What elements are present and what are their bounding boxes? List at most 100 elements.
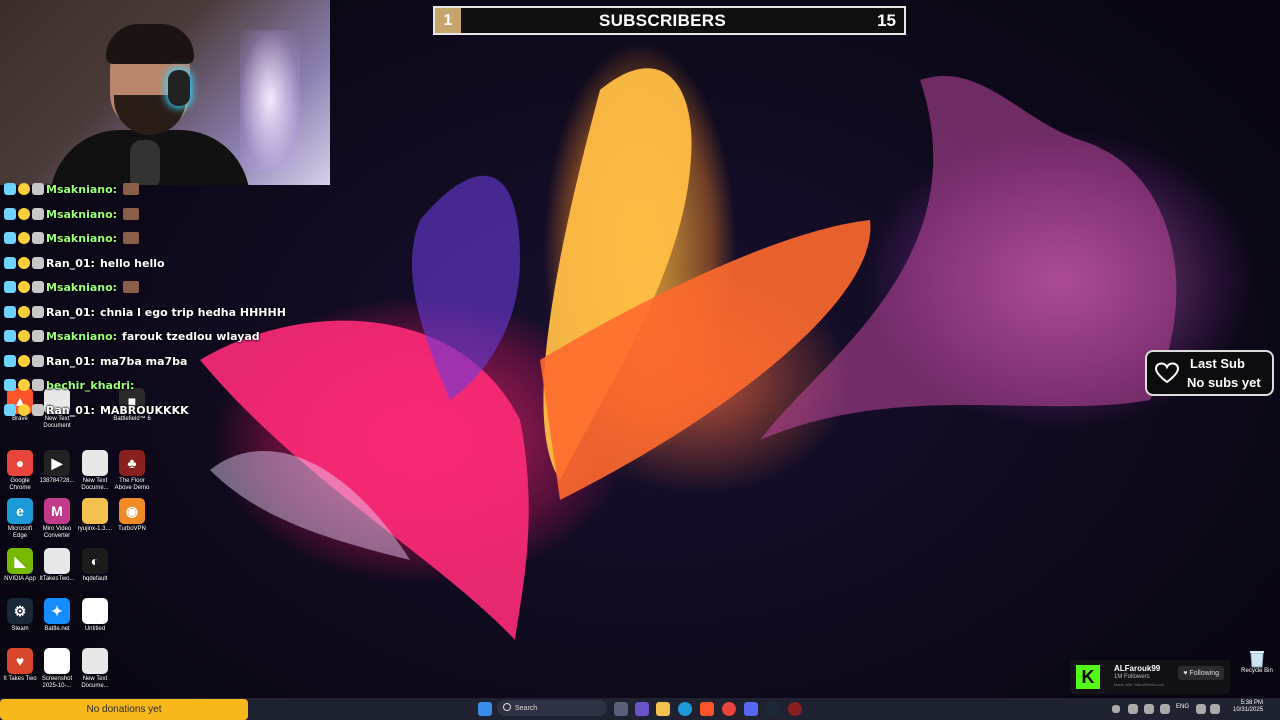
chat-username: Msakniano: bbox=[46, 329, 118, 343]
brave-icon[interactable] bbox=[700, 702, 714, 716]
tray-app-icon[interactable] bbox=[1144, 704, 1154, 714]
chat-badge-icon bbox=[18, 232, 30, 244]
file-explorer-icon[interactable] bbox=[656, 702, 670, 716]
clock[interactable]: 5:38 PM 10/31/2025 bbox=[1233, 700, 1263, 714]
desktop-icon[interactable]: ItTakesTwo... bbox=[37, 548, 77, 583]
chat-emote-icon bbox=[123, 281, 140, 293]
recycle-bin[interactable]: Recycle Bin bbox=[1240, 648, 1274, 674]
wifi-icon[interactable] bbox=[1196, 704, 1206, 714]
desktop-icon-label: hqdefault bbox=[82, 576, 108, 582]
chat-badge-icon bbox=[18, 306, 30, 318]
chat-username: bechir_khadri: bbox=[46, 378, 135, 392]
chrome-icon[interactable] bbox=[722, 702, 736, 716]
chat-badge-icon bbox=[18, 379, 30, 391]
obs-icon[interactable] bbox=[788, 702, 802, 716]
chat-message: Msakniano: bbox=[4, 205, 140, 223]
desktop-icon[interactable]: e Microsoft Edge bbox=[0, 498, 40, 540]
app-icon: ▪ bbox=[44, 648, 70, 674]
chat-badge-icon bbox=[4, 330, 16, 342]
subscribers-rank: 1 bbox=[435, 8, 461, 33]
desktop-icon-label: New Text Docume... bbox=[81, 676, 109, 689]
desktop-icon[interactable]: Untitled bbox=[75, 598, 115, 633]
chat-username: Msakniano: bbox=[46, 207, 118, 221]
desktop-icon[interactable]: ▶ 138784728... bbox=[37, 450, 77, 485]
chat-username: Ran_01: bbox=[46, 256, 95, 270]
chat-badge-icon bbox=[32, 404, 44, 416]
desktop-icon-label: TurboVPN bbox=[118, 526, 146, 532]
chat-username: Msakniano: bbox=[46, 231, 118, 245]
desktop-icon[interactable]: M Miro Video Converter bbox=[37, 498, 77, 540]
heart-icon bbox=[1147, 362, 1187, 384]
chat-badge-icon bbox=[18, 208, 30, 220]
chat-badge-icon bbox=[4, 306, 16, 318]
kick-logo-icon: K bbox=[1076, 665, 1100, 689]
chat-message: Msakniano: bbox=[4, 278, 140, 296]
kick-followers: 1M Followers bbox=[1114, 674, 1150, 680]
chat-badge-icon bbox=[32, 355, 44, 367]
desktop-icon[interactable]: ◐ hqdefault bbox=[75, 548, 115, 583]
edge-icon[interactable] bbox=[678, 702, 692, 716]
recycle-bin-icon bbox=[1247, 648, 1267, 668]
desktop-icon[interactable]: ◣ NVIDIA App bbox=[0, 548, 40, 583]
chevron-up-icon[interactable] bbox=[1112, 705, 1120, 713]
last-sub-value: No subs yet bbox=[1187, 375, 1261, 390]
discord-icon[interactable] bbox=[744, 702, 758, 716]
app-icon: ◉ bbox=[119, 498, 145, 524]
chat-message: Msakniano: bbox=[4, 229, 140, 247]
tray-app-icon[interactable] bbox=[1128, 704, 1138, 714]
chat-badge-icon bbox=[32, 208, 44, 220]
chat-message: Msakniano: bbox=[4, 180, 140, 198]
chat-message: Ran_01: MABROUKKKK bbox=[4, 401, 189, 419]
chat-username: Ran_01: bbox=[46, 305, 95, 319]
desktop-icon[interactable]: ✦ Battle.net bbox=[37, 598, 77, 633]
desktop-icon[interactable]: New Text Docume... bbox=[75, 648, 115, 690]
tray-app-icon[interactable] bbox=[1160, 704, 1170, 714]
app-icon bbox=[44, 548, 70, 574]
taskbar-search-placeholder: Search bbox=[515, 704, 538, 712]
chat-emote-icon bbox=[123, 183, 140, 195]
chat-username: Ran_01: bbox=[46, 354, 95, 368]
desktop-icon-label: Steam bbox=[11, 626, 29, 632]
webcam-feed bbox=[0, 0, 330, 185]
desktop-icon-label: NVIDIA App bbox=[4, 576, 36, 582]
chat-badge-icon bbox=[18, 183, 30, 195]
app-icon: ♥ bbox=[7, 648, 33, 674]
chat-badge-icon bbox=[4, 208, 16, 220]
desktop-icon-label: 138784728... bbox=[39, 478, 75, 484]
app-icon: ● bbox=[7, 450, 33, 476]
taskbar-search[interactable]: Search bbox=[497, 700, 607, 716]
copilot-icon[interactable] bbox=[635, 702, 649, 716]
app-icon bbox=[82, 450, 108, 476]
desktop-icon-label: Screenshot 2025-10-... bbox=[41, 676, 73, 689]
app-icon bbox=[82, 498, 108, 524]
start-button-icon[interactable] bbox=[478, 702, 492, 716]
chat-badge-icon bbox=[32, 379, 44, 391]
following-button[interactable]: ♥ Following bbox=[1178, 666, 1224, 680]
desktop-icon[interactable]: ◉ TurboVPN bbox=[112, 498, 152, 533]
desktop-icon-label: Microsoft Edge bbox=[7, 526, 33, 539]
desktop-icon-label: ItTakesTwo... bbox=[39, 576, 75, 582]
chat-badge-icon bbox=[18, 330, 30, 342]
app-icon: ♣ bbox=[119, 450, 145, 476]
desktop-icon[interactable]: ♥ It Takes Two bbox=[0, 648, 40, 683]
desktop-icon[interactable]: ● Google Chrome bbox=[0, 450, 40, 492]
desktop-icon[interactable]: ♣ The Floor Above Demo bbox=[112, 450, 152, 492]
desktop-icon[interactable]: New Text Docume... bbox=[75, 450, 115, 492]
task-view-icon[interactable] bbox=[614, 702, 628, 716]
desktop-icon-label: Untitled bbox=[84, 626, 106, 632]
chat-badge-icon bbox=[4, 281, 16, 293]
desktop-icon[interactable]: ⚙ Steam bbox=[0, 598, 40, 633]
chat-badge-icon bbox=[18, 257, 30, 269]
chat-message: Ran_01: ma7ba ma7ba bbox=[4, 352, 187, 370]
language-indicator[interactable]: ENG bbox=[1176, 704, 1189, 710]
chat-emote-icon bbox=[123, 208, 140, 220]
desktop-icon[interactable]: ryujinx-1.3.... bbox=[75, 498, 115, 533]
subscribers-count: 15 bbox=[877, 10, 896, 30]
chat-emote-icon bbox=[123, 232, 140, 244]
volume-icon[interactable] bbox=[1210, 704, 1220, 714]
app-icon: ◐ bbox=[82, 548, 108, 574]
desktop-icon[interactable]: ▪ Screenshot 2025-10-... bbox=[37, 648, 77, 690]
chat-username: Msakniano: bbox=[46, 182, 118, 196]
steam-icon[interactable] bbox=[766, 702, 780, 716]
chat-username: Ran_01: bbox=[46, 403, 95, 417]
